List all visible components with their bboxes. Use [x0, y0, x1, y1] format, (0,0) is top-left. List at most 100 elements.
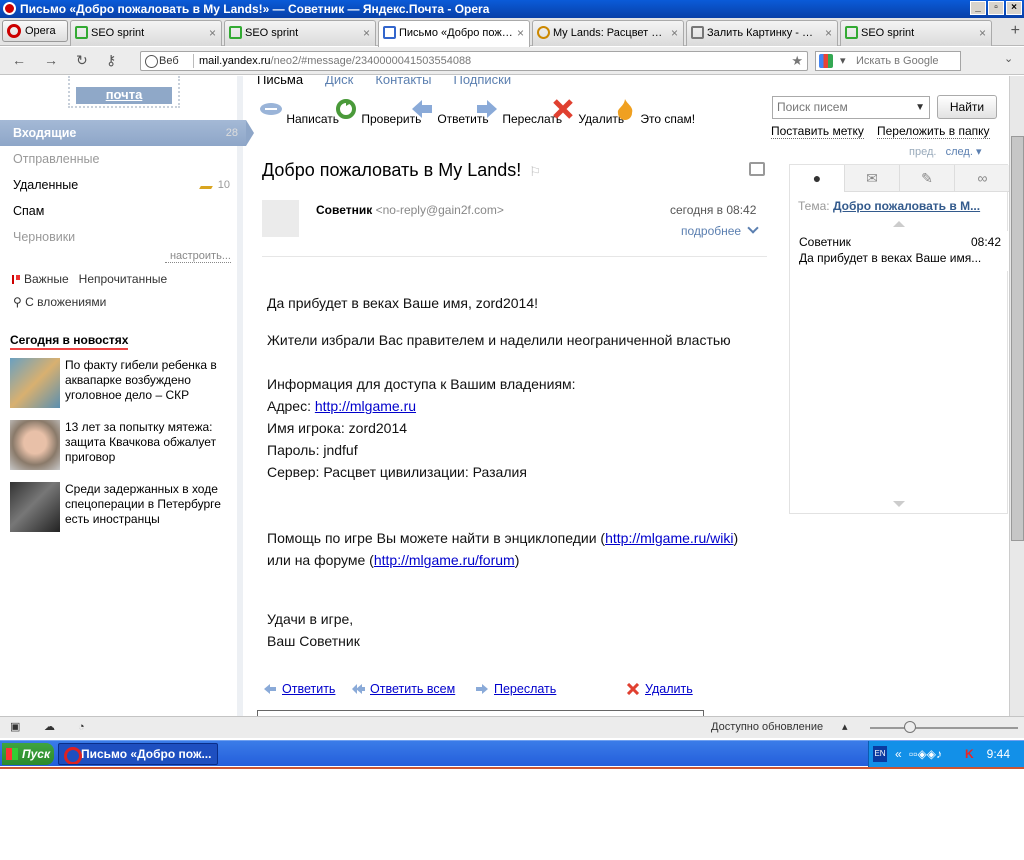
- back-icon[interactable]: ←: [12, 52, 26, 68]
- prev-link[interactable]: пред.: [909, 146, 936, 158]
- broom-icon[interactable]: [199, 179, 217, 189]
- tab-subscriptions[interactable]: Подписки: [453, 76, 511, 87]
- tab-letters[interactable]: Письма: [257, 76, 303, 87]
- opera-menu-button[interactable]: Opera: [2, 20, 68, 42]
- chevron-down-icon[interactable]: ▾: [840, 52, 846, 70]
- speed-dial-icon[interactable]: ◔: [78, 717, 85, 737]
- label-unread[interactable]: Непрочитанные: [79, 272, 167, 286]
- new-tab-icon[interactable]: +: [1011, 22, 1020, 40]
- label-important[interactable]: Важные: [24, 272, 69, 286]
- taskbar-item[interactable]: Письмо «Добро пож...: [58, 743, 218, 765]
- sender-email[interactable]: <no-reply@gain2f.com>: [376, 203, 504, 217]
- close-tab-icon[interactable]: ×: [671, 21, 678, 45]
- news-thumbnail[interactable]: [10, 420, 60, 470]
- minimize-button[interactable]: _: [970, 1, 986, 15]
- tray-icons[interactable]: ▫▫◈◈♪: [909, 741, 942, 767]
- key-icon[interactable]: ⚷: [106, 52, 116, 69]
- cloud-icon[interactable]: ☁: [44, 717, 55, 737]
- news-item[interactable]: Среди задержанных в ходе спецоперации в …: [10, 482, 232, 536]
- zoom-slider-knob[interactable]: [904, 721, 916, 733]
- browser-tab[interactable]: SEO sprint ×: [70, 20, 222, 46]
- news-thumbnail[interactable]: [10, 482, 60, 532]
- page-scrollbar[interactable]: [1009, 76, 1024, 716]
- url-field[interactable]: Веб mail.yandex.ru/neo2/#message/2340000…: [140, 51, 808, 71]
- more-details-link[interactable]: подробнее: [681, 224, 757, 238]
- close-tab-icon[interactable]: ×: [517, 21, 524, 45]
- news-text[interactable]: 13 лет за попытку мятежа: защита Квачков…: [65, 420, 232, 465]
- close-tab-icon[interactable]: ×: [825, 21, 832, 45]
- find-button[interactable]: Найти: [937, 95, 997, 119]
- browser-tab[interactable]: My Lands: Расцвет … ×: [532, 20, 684, 46]
- folder-sent[interactable]: Отправленные: [0, 146, 238, 172]
- bottom-reply-button[interactable]: Ответить: [263, 682, 335, 696]
- forward-button[interactable]: Переслать: [475, 98, 562, 126]
- update-available[interactable]: Доступно обновление: [711, 717, 823, 737]
- browser-tab[interactable]: Залить Картинку - … ×: [686, 20, 838, 46]
- news-text[interactable]: По факту гибели ребенка в аквапарке возб…: [65, 358, 232, 403]
- chevron-down-icon[interactable]: ▼: [915, 97, 925, 118]
- close-tab-icon[interactable]: ×: [363, 21, 370, 45]
- close-button[interactable]: ×: [1006, 1, 1022, 15]
- links-tab[interactable]: ∞: [955, 165, 1010, 192]
- sender[interactable]: Советник <no-reply@gain2f.com>: [316, 203, 504, 217]
- tray-expand-icon[interactable]: «: [895, 741, 902, 767]
- folder-drafts[interactable]: Черновики: [0, 224, 238, 250]
- browser-tab-active[interactable]: Письмо «Добро пож… ×: [378, 20, 530, 47]
- news-item[interactable]: 13 лет за попытку мятежа: защита Квачков…: [10, 420, 232, 474]
- google-search-field[interactable]: ▾ Искать в Google: [815, 51, 961, 71]
- with-attachments-link[interactable]: ⚲ С вложениями: [13, 295, 106, 309]
- bottom-delete-button[interactable]: Удалить: [626, 682, 693, 696]
- tab-disk[interactable]: Диск: [325, 76, 353, 87]
- bottom-forward-button[interactable]: Переслать: [475, 682, 556, 696]
- close-tab-icon[interactable]: ×: [979, 21, 986, 45]
- wiki-link[interactable]: http://mlgame.ru/wiki: [605, 530, 733, 546]
- next-link[interactable]: след.: [946, 146, 973, 158]
- zoom-slider[interactable]: [870, 727, 1018, 729]
- sender-name[interactable]: Советник: [316, 203, 372, 217]
- scrollbar-thumb[interactable]: [1011, 136, 1024, 541]
- logo-text[interactable]: почта: [76, 87, 172, 104]
- setup-link[interactable]: настроить...: [165, 250, 231, 263]
- folder-inbox[interactable]: Входящие 28: [0, 120, 254, 146]
- attachments-tab[interactable]: ✎: [900, 165, 955, 192]
- news-thumbnail[interactable]: [10, 358, 60, 408]
- thread-message[interactable]: Советник 08:42 Да прибудет в веках Ваше …: [790, 231, 1009, 271]
- news-text[interactable]: Среди задержанных в ходе спецоперации в …: [65, 482, 232, 527]
- start-button[interactable]: Пуск: [2, 743, 54, 765]
- flag-icon[interactable]: ⚐: [529, 164, 541, 179]
- panel-toggle-icon[interactable]: ▣: [10, 717, 20, 737]
- tema-value[interactable]: Добро пожаловать в М...: [833, 199, 980, 213]
- forum-link[interactable]: http://mlgame.ru/forum: [374, 552, 515, 568]
- reload-icon[interactable]: ↻: [76, 52, 88, 69]
- move-to-folder-link[interactable]: Переложить в папку: [877, 124, 990, 139]
- folder-spam[interactable]: Спам: [0, 198, 238, 224]
- forward-link[interactable]: Переслать: [494, 682, 556, 696]
- chevron-down-icon[interactable]: ⌄: [1004, 52, 1013, 65]
- antivirus-icon[interactable]: K: [965, 741, 974, 767]
- delete-link[interactable]: Удалить: [645, 682, 693, 696]
- news-item[interactable]: По факту гибели ребенка в аквапарке возб…: [10, 358, 232, 412]
- reply-all-link[interactable]: Ответить всем: [370, 682, 455, 696]
- language-indicator[interactable]: EN: [873, 746, 887, 762]
- news-header[interactable]: Сегодня в новостях: [10, 333, 129, 350]
- check-button[interactable]: Проверить: [334, 98, 421, 126]
- browser-tab[interactable]: SEO sprint ×: [840, 20, 992, 46]
- letters-tab[interactable]: ✉: [845, 165, 900, 192]
- tab-contacts[interactable]: Контакты: [375, 76, 431, 87]
- address-link[interactable]: http://mlgame.ru: [315, 398, 416, 414]
- bottom-reply-all-button[interactable]: Ответить всем: [351, 682, 455, 696]
- maximize-button[interactable]: ▫: [988, 1, 1004, 15]
- conversation-tab[interactable]: ●: [790, 165, 845, 192]
- set-label-link[interactable]: Поставить метку: [771, 124, 864, 139]
- mail-search-input[interactable]: Поиск писем ▼: [772, 96, 930, 119]
- browser-tab[interactable]: SEO sprint ×: [224, 20, 376, 46]
- folder-deleted[interactable]: Удаленные 10: [0, 172, 238, 198]
- spam-button[interactable]: Это спам!: [613, 98, 695, 126]
- compose-button[interactable]: Написать: [259, 98, 339, 126]
- forward-icon[interactable]: →: [44, 52, 58, 68]
- reply-link[interactable]: Ответить: [282, 682, 335, 696]
- scroll-up-icon[interactable]: [893, 221, 905, 227]
- chevron-down-icon[interactable]: ▾: [976, 146, 982, 158]
- mail-logo[interactable]: почта: [68, 76, 180, 108]
- scroll-down-icon[interactable]: [893, 501, 905, 507]
